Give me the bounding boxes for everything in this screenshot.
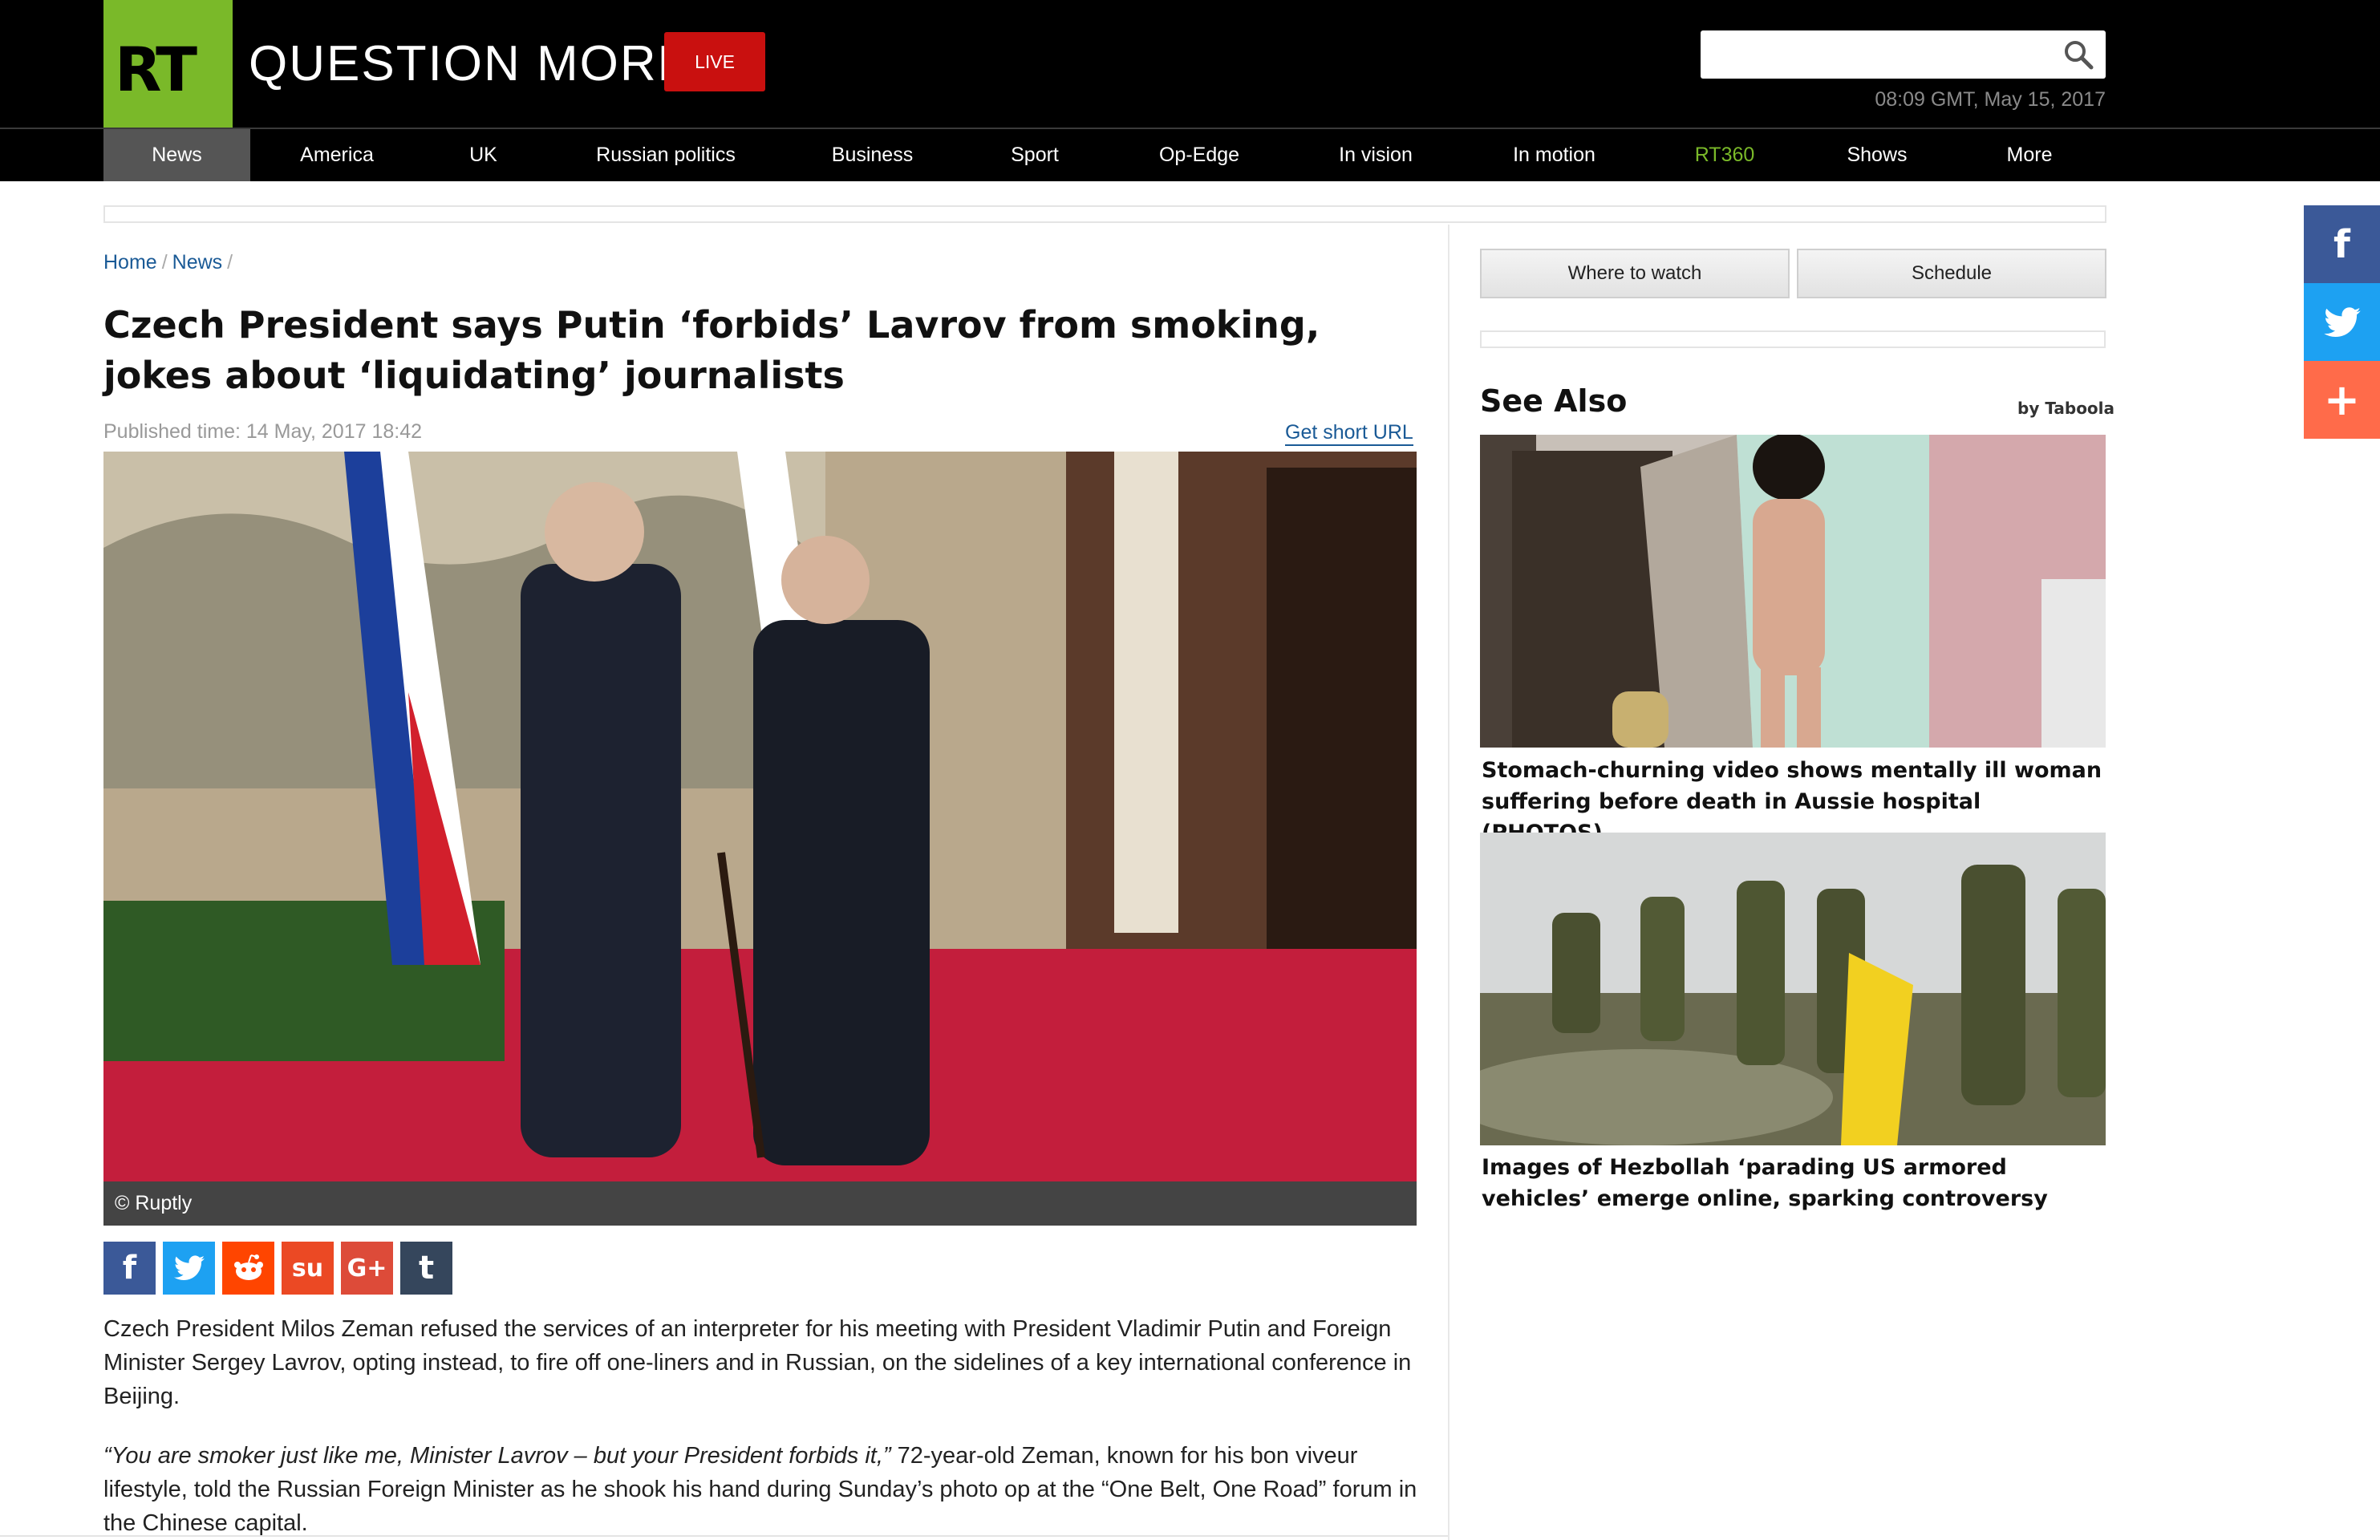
share-tumblr-button[interactable]: t	[400, 1242, 452, 1295]
breadcrumb-home[interactable]: Home	[103, 251, 157, 274]
ad-banner-placeholder	[103, 205, 2106, 223]
nav-item-uk[interactable]: UK	[433, 129, 533, 181]
reddit-icon	[233, 1254, 263, 1280]
live-button[interactable]: LIVE	[664, 32, 765, 91]
facebook-icon: f	[2333, 221, 2350, 267]
stumbleupon-icon: su	[291, 1254, 324, 1283]
google-plus-icon: G+	[347, 1254, 387, 1283]
see-also-heading: See Also	[1480, 383, 1628, 419]
article-paragraph-1: Czech President Milos Zeman refused the …	[103, 1316, 1412, 1409]
twitter-icon	[173, 1255, 205, 1281]
article-paragraph-2: “You are smoker just like me, Minister L…	[103, 1443, 1417, 1536]
schedule-button[interactable]: Schedule	[1797, 249, 2106, 298]
search-icon[interactable]	[2062, 38, 2094, 71]
search-input[interactable]	[1701, 30, 2106, 79]
sidebar-ad-placeholder	[1480, 330, 2106, 348]
breadcrumb-news[interactable]: News	[172, 251, 223, 274]
tumblr-icon: t	[418, 1250, 435, 1287]
quote: “You are smoker just like me, Minister L…	[103, 1443, 891, 1469]
twitter-icon	[2323, 306, 2361, 337]
see-also-thumbnail-1[interactable]	[1480, 435, 2106, 748]
nav-item-russian-politics[interactable]: Russian politics	[562, 129, 770, 181]
share-twitter-button[interactable]	[163, 1242, 215, 1295]
floating-twitter-button[interactable]	[2304, 283, 2380, 361]
published-time: Published time: 14 May, 2017 18:42	[103, 420, 423, 443]
nav-item-op-edge[interactable]: Op-Edge	[1123, 129, 1275, 181]
share-stumbleupon-button[interactable]: su	[282, 1242, 334, 1295]
nav-item-shows[interactable]: Shows	[1821, 129, 1933, 181]
top-header: RT QUESTION MORE LIVE 08:09 GMT, May 15,…	[0, 0, 2380, 128]
share-facebook-button[interactable]: f	[103, 1242, 156, 1295]
where-to-watch-button[interactable]: Where to watch	[1480, 249, 1790, 298]
bottom-divider	[0, 1535, 1448, 1537]
share-reddit-button[interactable]	[222, 1242, 274, 1295]
nav-item-america[interactable]: America	[273, 129, 401, 181]
get-short-url-link[interactable]: Get short URL	[1285, 420, 1413, 446]
nav-item-news[interactable]: News	[103, 129, 250, 181]
article-headline: Czech President says Putin ‘forbids’ Lav…	[103, 303, 1320, 397]
column-divider	[1448, 225, 1449, 1540]
article-hero-image	[103, 452, 1417, 1181]
main-nav: News America UK Russian politics Busines…	[0, 128, 2380, 181]
image-caption: © Ruptly	[103, 1181, 1417, 1226]
floating-more-share-button[interactable]: +	[2304, 361, 2380, 439]
rt-logo[interactable]: RT	[103, 0, 233, 128]
taboola-credit[interactable]: by Taboola	[2017, 399, 2114, 418]
floating-facebook-button[interactable]: f	[2304, 205, 2380, 283]
share-google-plus-button[interactable]: G+	[341, 1242, 393, 1295]
nav-item-in-vision[interactable]: In vision	[1308, 129, 1444, 181]
nav-item-business[interactable]: Business	[802, 129, 943, 181]
see-also-title-2[interactable]: Images of Hezbollah ‘parading US armored…	[1482, 1152, 2107, 1214]
facebook-icon: f	[122, 1250, 137, 1287]
plus-icon: +	[2323, 375, 2361, 425]
nav-item-more[interactable]: More	[1969, 129, 2090, 181]
nav-item-in-motion[interactable]: In motion	[1480, 129, 1628, 181]
nav-item-sport[interactable]: Sport	[975, 129, 1095, 181]
nav-item-rt360[interactable]: RT360	[1664, 129, 1785, 181]
breadcrumb: Home / News /	[103, 251, 233, 274]
tagline: QUESTION MORE	[249, 36, 693, 91]
current-datetime: 08:09 GMT, May 15, 2017	[1875, 88, 2106, 111]
see-also-thumbnail-2[interactable]	[1480, 833, 2106, 1145]
